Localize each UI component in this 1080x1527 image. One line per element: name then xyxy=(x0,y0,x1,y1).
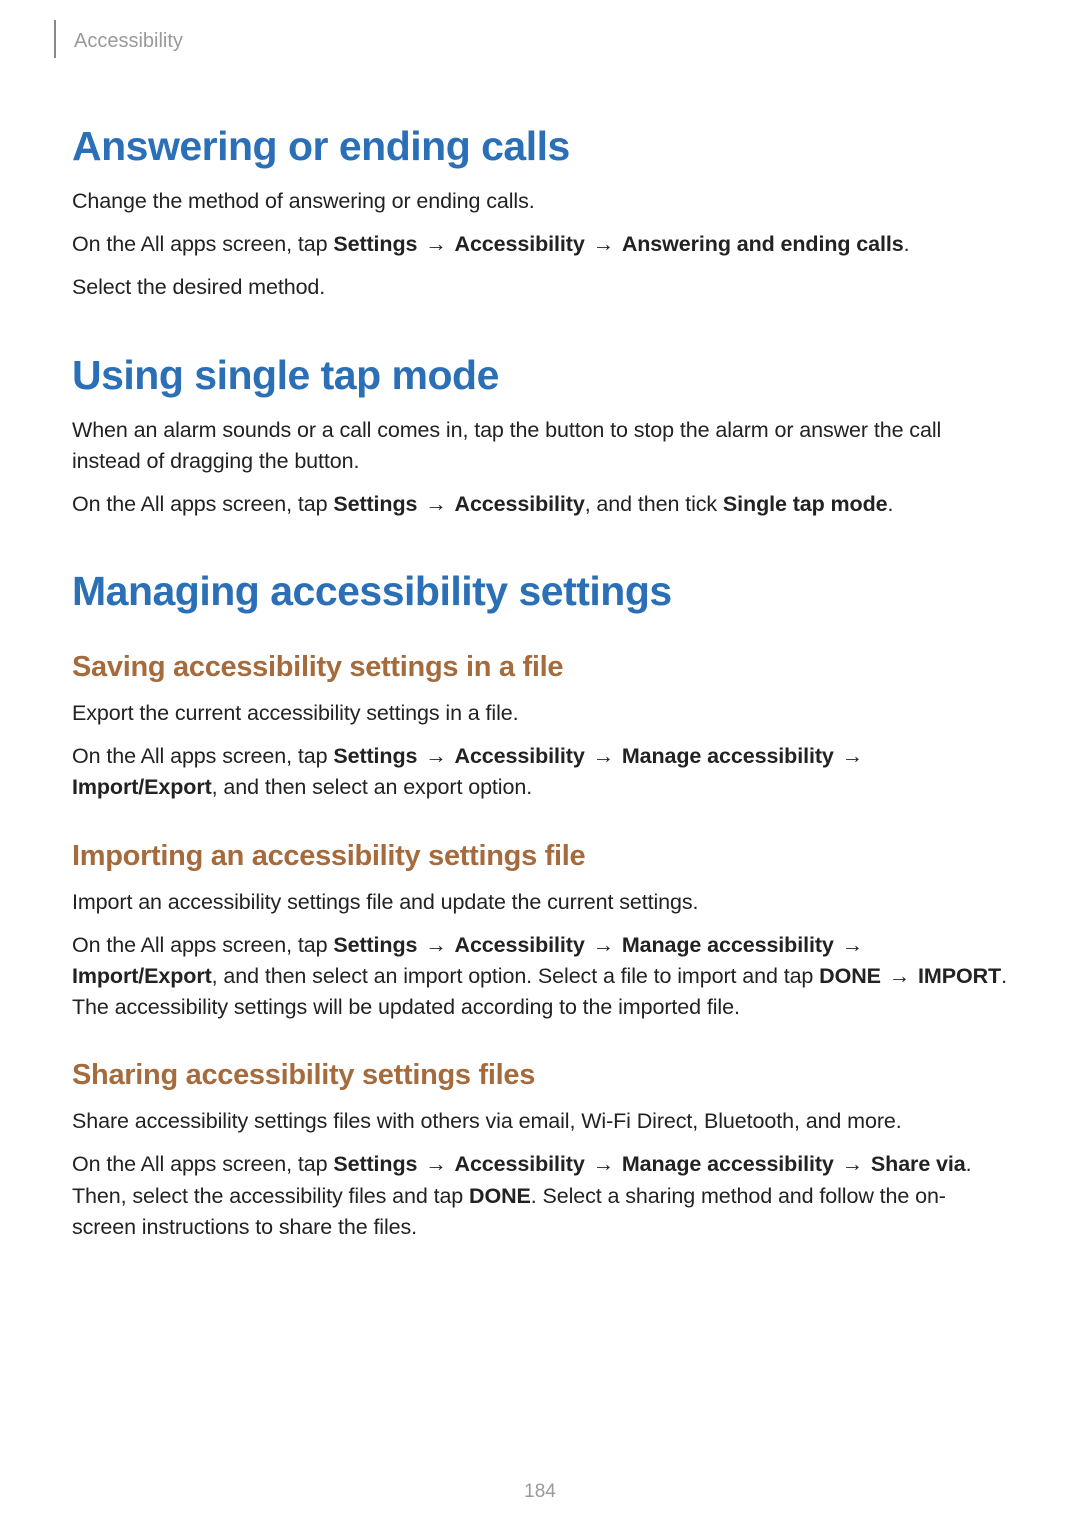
text: . xyxy=(887,492,893,516)
section-heading-answering: Answering or ending calls xyxy=(72,123,1008,170)
arrow-icon: → xyxy=(840,741,865,772)
arrow-icon: → xyxy=(591,229,616,260)
nav-step: Accessibility xyxy=(455,232,585,256)
arrow-icon: → xyxy=(423,930,448,961)
text: , and then tick xyxy=(585,492,723,516)
nav-step: Accessibility xyxy=(455,1152,585,1176)
paragraph: Import an accessibility settings file an… xyxy=(72,887,1008,918)
nav-step: Accessibility xyxy=(455,492,585,516)
subheading-sharing: Sharing accessibility settings files xyxy=(72,1059,1008,1092)
paragraph: On the All apps screen, tap Settings → A… xyxy=(72,1149,1008,1243)
arrow-icon: → xyxy=(423,489,448,520)
subheading-saving: Saving accessibility settings in a file xyxy=(72,651,1008,684)
header-rule xyxy=(54,20,56,58)
arrow-icon: → xyxy=(840,1149,865,1180)
nav-step: Answering and ending calls xyxy=(622,232,904,256)
paragraph: When an alarm sounds or a call comes in,… xyxy=(72,415,1008,477)
nav-step: Settings xyxy=(333,492,417,516)
section-heading-managing: Managing accessibility settings xyxy=(72,568,1008,615)
paragraph: Select the desired method. xyxy=(72,272,1008,303)
nav-step: Manage accessibility xyxy=(622,744,834,768)
nav-step: Settings xyxy=(333,232,417,256)
nav-step: DONE xyxy=(819,964,881,988)
paragraph: Export the current accessibility setting… xyxy=(72,698,1008,729)
document-page: Accessibility Answering or ending calls … xyxy=(0,0,1080,1527)
nav-step: Accessibility xyxy=(455,933,585,957)
text: On the All apps screen, tap xyxy=(72,492,333,516)
paragraph: On the All apps screen, tap Settings → A… xyxy=(72,489,1008,520)
nav-step: Settings xyxy=(333,933,417,957)
paragraph: On the All apps screen, tap Settings → A… xyxy=(72,930,1008,1024)
nav-step: Settings xyxy=(333,744,417,768)
nav-step: Import/Export xyxy=(72,775,212,799)
text: , and then select an export option. xyxy=(212,775,532,799)
text: , and then select an import option. Sele… xyxy=(212,964,820,988)
arrow-icon: → xyxy=(591,741,616,772)
nav-step: Single tap mode xyxy=(723,492,888,516)
arrow-icon: → xyxy=(423,229,448,260)
paragraph: Share accessibility settings files with … xyxy=(72,1106,1008,1137)
nav-step: Settings xyxy=(333,1152,417,1176)
arrow-icon: → xyxy=(423,1149,448,1180)
paragraph: On the All apps screen, tap Settings → A… xyxy=(72,741,1008,803)
text: On the All apps screen, tap xyxy=(72,232,333,256)
arrow-icon: → xyxy=(591,1149,616,1180)
nav-step: IMPORT xyxy=(918,964,1001,988)
text: . xyxy=(904,232,910,256)
nav-step: Manage accessibility xyxy=(622,933,834,957)
text: On the All apps screen, tap xyxy=(72,933,333,957)
page-number: 184 xyxy=(0,1481,1080,1503)
header-breadcrumb: Accessibility xyxy=(74,30,1008,63)
text: On the All apps screen, tap xyxy=(72,1152,333,1176)
arrow-icon: → xyxy=(840,930,865,961)
arrow-icon: → xyxy=(591,930,616,961)
text: On the All apps screen, tap xyxy=(72,744,333,768)
nav-step: DONE xyxy=(469,1184,531,1208)
nav-step: Manage accessibility xyxy=(622,1152,834,1176)
nav-step: Accessibility xyxy=(455,744,585,768)
arrow-icon: → xyxy=(887,961,912,992)
nav-step: Share via xyxy=(871,1152,966,1176)
paragraph: Change the method of answering or ending… xyxy=(72,186,1008,217)
subheading-importing: Importing an accessibility settings file xyxy=(72,840,1008,873)
arrow-icon: → xyxy=(423,741,448,772)
section-heading-singletap: Using single tap mode xyxy=(72,352,1008,399)
paragraph: On the All apps screen, tap Settings → A… xyxy=(72,229,1008,260)
nav-step: Import/Export xyxy=(72,964,212,988)
